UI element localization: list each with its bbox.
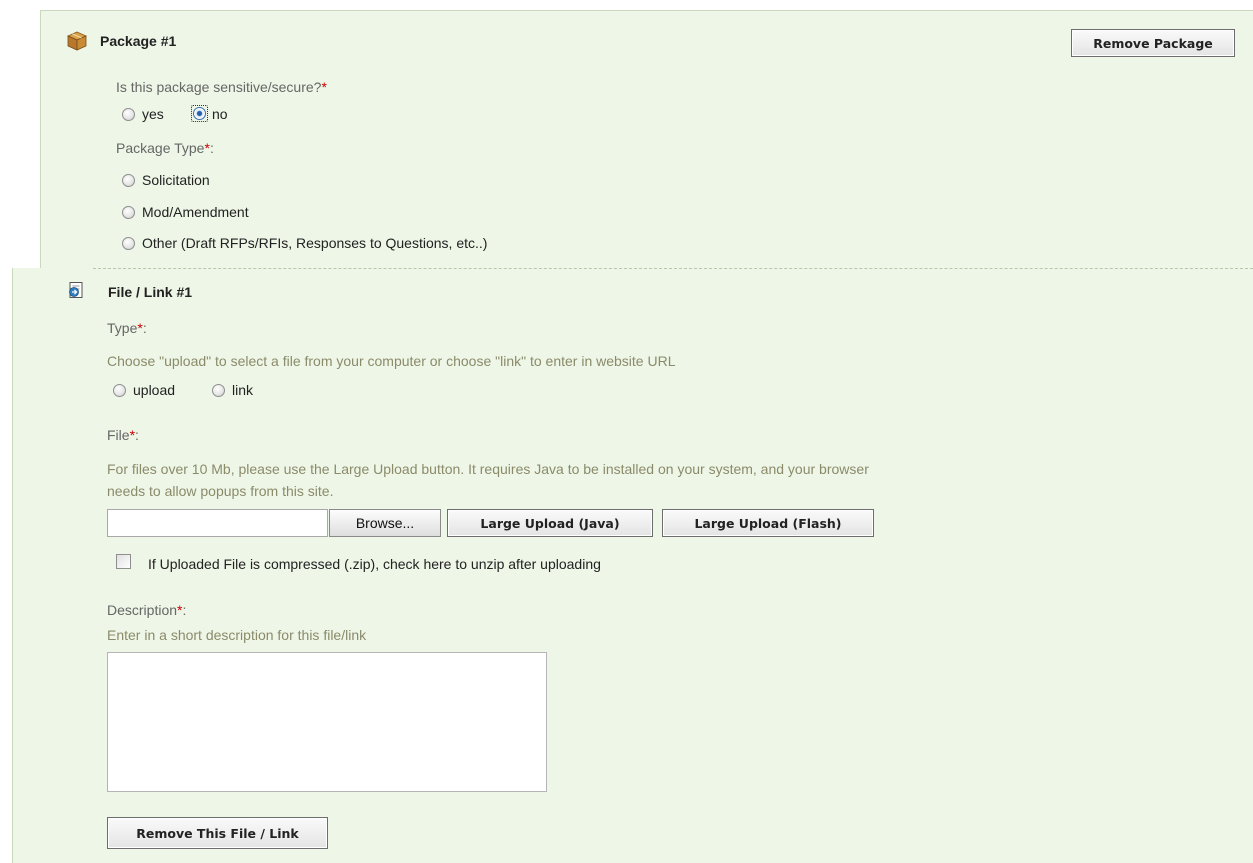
file-path-input[interactable] — [107, 509, 328, 537]
description-label-text: Description — [107, 602, 178, 618]
label-colon: : — [209, 140, 214, 156]
file-type-link[interactable]: link — [212, 382, 253, 398]
mod-amendment-radio[interactable] — [122, 205, 135, 219]
remove-file-link-button[interactable]: Remove This File / Link — [107, 817, 328, 849]
other-label: Other (Draft RFPs/RFIs, Responses to Que… — [142, 235, 488, 251]
file-label-text: File — [107, 427, 130, 443]
radio-selected-dot — [193, 107, 206, 120]
large-upload-flash-button[interactable]: Large Upload (Flash) — [662, 509, 874, 537]
label-colon: : — [142, 320, 147, 336]
sensitive-option-yes[interactable]: yes — [122, 106, 164, 122]
sensitive-label: Is this package sensitive/secure?* — [116, 79, 327, 95]
sensitive-label-text: Is this package sensitive/secure? — [116, 79, 322, 95]
large-upload-java-button[interactable]: Large Upload (Java) — [447, 509, 653, 537]
sensitive-no-label: no — [212, 105, 228, 122]
file-label: File*: — [107, 427, 139, 443]
unzip-checkbox[interactable] — [116, 554, 131, 569]
description-textarea[interactable] — [107, 652, 547, 792]
sensitive-yes-label: yes — [142, 106, 164, 122]
label-colon: : — [182, 602, 187, 618]
package-type-label: Package Type*: — [116, 140, 214, 156]
sensitive-no-radio[interactable] — [191, 105, 208, 122]
file-hint-line1: For files over 10 Mb, please use the Lar… — [107, 461, 869, 477]
package-type-other[interactable]: Other (Draft RFPs/RFIs, Responses to Que… — [122, 235, 487, 251]
description-label: Description*: — [107, 602, 186, 618]
solicitation-radio[interactable] — [122, 173, 135, 187]
link-radio[interactable] — [212, 383, 225, 397]
unzip-label: If Uploaded File is compressed (.zip), c… — [148, 556, 601, 572]
browse-button[interactable]: Browse... — [329, 509, 441, 537]
package-type-solicitation[interactable]: Solicitation — [122, 172, 210, 188]
upload-label: upload — [133, 382, 176, 398]
file-type-hint: Choose "upload" to select a file from yo… — [107, 353, 676, 369]
upload-radio[interactable] — [113, 383, 126, 397]
package-type-mod-amendment[interactable]: Mod/Amendment — [122, 204, 249, 220]
remove-package-button[interactable]: Remove Package — [1071, 29, 1235, 57]
file-link-title: File / Link #1 — [108, 284, 193, 300]
description-hint: Enter in a short description for this fi… — [107, 627, 367, 643]
sensitive-option-no[interactable]: no — [191, 105, 228, 122]
label-colon: : — [135, 427, 139, 443]
file-link-icon — [67, 281, 85, 302]
section-divider — [93, 268, 1253, 269]
solicitation-label: Solicitation — [142, 172, 210, 188]
file-hint-line2: needs to allow popups from this site. — [107, 483, 334, 499]
other-radio[interactable] — [122, 236, 135, 250]
file-type-upload[interactable]: upload — [113, 382, 175, 398]
mod-amendment-label: Mod/Amendment — [142, 204, 249, 220]
link-label: link — [232, 382, 254, 398]
sensitive-yes-radio[interactable] — [122, 107, 135, 121]
required-marker: * — [321, 79, 327, 95]
package-title: Package #1 — [100, 33, 177, 49]
file-type-label-text: Type — [107, 320, 138, 336]
package-type-label-text: Package Type — [116, 140, 205, 156]
file-type-label: Type*: — [107, 320, 147, 336]
package-box-icon — [66, 30, 88, 55]
